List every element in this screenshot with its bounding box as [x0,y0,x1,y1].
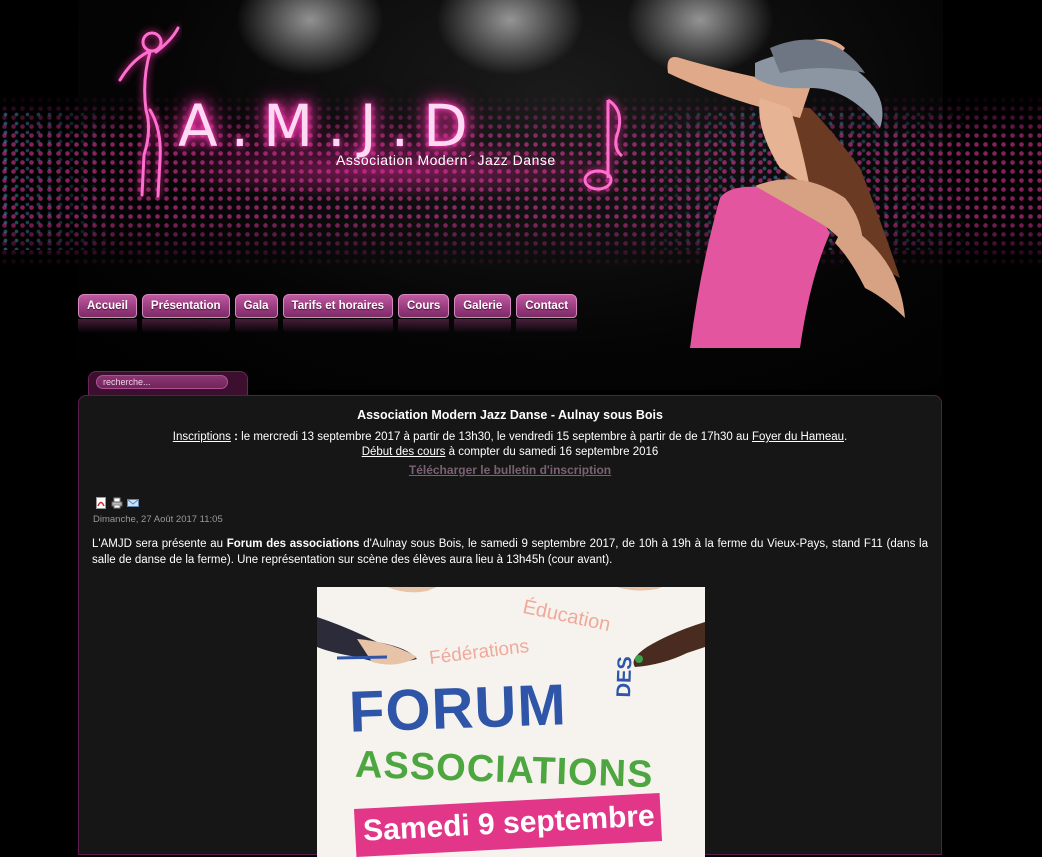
pdf-icon[interactable] [95,497,107,509]
download-block: Télécharger le bulletin d'inscription [79,463,941,477]
debut-line: Début des cours à compter du samedi 16 s… [79,445,941,460]
nav-button[interactable]: Tarifs et horaires [282,294,393,318]
inscriptions-end: . [844,431,848,443]
article-text-bold: Forum des associations [226,538,360,550]
logo-text: A.M.J.D [178,92,482,160]
nav-reflection [398,319,450,333]
dancer-photo [667,39,905,348]
logo-subtitle: Association Modern´ Jazz Danse [336,152,556,168]
debut-cours-link[interactable]: Début des cours [362,446,446,458]
nav-reflection [141,319,230,333]
nav-item-gala[interactable]: Gala [234,294,278,333]
download-form-link[interactable]: Télécharger le bulletin d'inscription [409,463,611,477]
nav-reflection [282,319,393,333]
poster-word-des: DES [613,655,637,698]
foyer-link[interactable]: Foyer du Hameau [752,431,844,443]
info-block: Inscriptions : le mercredi 13 septembre … [79,430,941,460]
nav-button[interactable]: Galerie [454,294,512,318]
forum-poster-image: Éducation Fédérations FORUM DES ASSOCIAT… [317,587,705,857]
nav-item-tarifs[interactable]: Tarifs et horaires [282,294,393,333]
nav-button[interactable]: Gala [234,294,278,318]
email-icon[interactable] [127,497,139,509]
nav-item-accueil[interactable]: Accueil [78,294,137,333]
nav-reflection [516,319,578,333]
music-note-icon [583,98,624,191]
search-input[interactable] [96,375,228,389]
spotlight [430,0,590,80]
nav-item-cours[interactable]: Cours [398,294,450,333]
nav-button[interactable]: Accueil [78,294,137,318]
page-title: Association Modern Jazz Danse - Aulnay s… [357,408,663,422]
nav-item-galerie[interactable]: Galerie [454,294,512,333]
nav-item-presentation[interactable]: Présentation [141,294,230,333]
inscriptions-text: le mercredi 13 septembre 2017 à partir d… [241,431,752,443]
debut-text: à compter du samedi 16 septembre 2016 [445,446,659,458]
main-nav: Accueil Présentation Gala Tarifs et hora… [78,294,578,333]
main-content: Association Modern Jazz Danse - Aulnay s… [78,395,942,857]
article-text-intro: L'AMJD sera présente au [92,538,227,550]
nav-item-contact[interactable]: Contact [516,294,578,333]
inscriptions-separator: : [230,431,242,443]
dancer-silhouette-icon [118,26,180,198]
poster-word-forum: FORUM [347,672,568,745]
nav-button[interactable]: Présentation [141,294,230,318]
nav-reflection [78,319,137,333]
nav-button[interactable]: Cours [398,294,450,318]
spotlight [230,0,390,80]
nav-reflection [234,319,278,333]
print-icon[interactable] [111,497,123,509]
article-tools [95,497,139,509]
inscriptions-line: Inscriptions : le mercredi 13 septembre … [79,430,941,445]
article-body: L'AMJD sera présente au Forum des associ… [92,537,928,568]
search-tab [88,371,248,397]
inscriptions-link[interactable]: Inscriptions [173,431,231,443]
nav-reflection [454,319,512,333]
nav-button[interactable]: Contact [516,294,578,318]
article-date: Dimanche, 27 Août 2017 11:05 [93,514,223,525]
